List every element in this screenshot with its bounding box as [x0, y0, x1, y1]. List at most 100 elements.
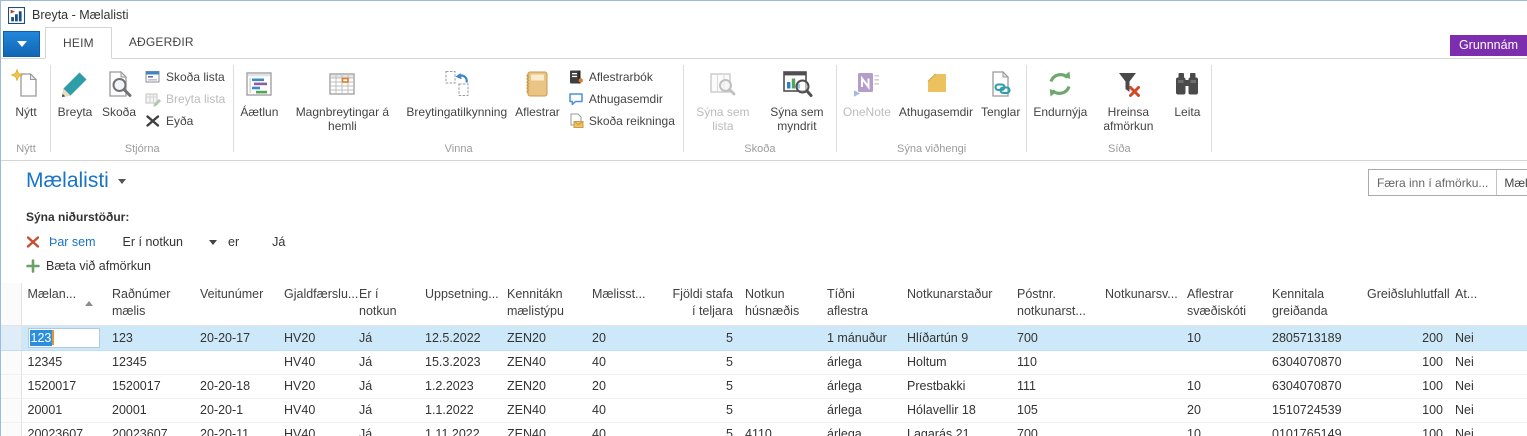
table-cell[interactable]: 1520017: [106, 374, 194, 398]
column-header-5[interactable]: Uppsetning...: [419, 283, 501, 325]
table-cell[interactable]: 1 mánuður: [821, 325, 901, 350]
table-cell[interactable]: 6304070870: [1266, 374, 1361, 398]
table-cell[interactable]: 200: [1361, 325, 1449, 350]
table-cell[interactable]: ZEN20: [501, 325, 586, 350]
table-cell[interactable]: ZEN40: [501, 350, 586, 374]
table-cell[interactable]: [1099, 422, 1181, 436]
table-cell[interactable]: [739, 374, 821, 398]
table-cell[interactable]: 700: [1011, 422, 1099, 436]
notes-button[interactable]: Athugasemdir: [895, 62, 977, 119]
column-header-0[interactable]: Mælan...: [21, 283, 106, 325]
table-cell[interactable]: 5: [661, 374, 739, 398]
add-filter-link[interactable]: Bæta við afmörkun: [46, 259, 151, 273]
table-cell[interactable]: 12345: [106, 350, 194, 374]
table-cell[interactable]: HV40: [278, 350, 353, 374]
clear-filter-button[interactable]: Hreinsa afmörkun: [1091, 62, 1165, 133]
filter-field-selector[interactable]: Mæl: [1497, 176, 1527, 190]
edit-button[interactable]: Breyta: [53, 62, 97, 119]
table-cell[interactable]: 20-20-1: [194, 398, 278, 422]
table-cell[interactable]: 20: [586, 374, 661, 398]
table-cell[interactable]: Nei: [1449, 422, 1527, 436]
table-cell[interactable]: 40: [586, 398, 661, 422]
table-cell[interactable]: 100: [1361, 374, 1449, 398]
table-row[interactable]: 200012000120-20-1HV40Já1.1.2022ZEN40405á…: [1, 398, 1527, 422]
table-cell[interactable]: Já: [353, 374, 419, 398]
table-cell[interactable]: 20023607: [21, 422, 106, 436]
table-cell[interactable]: [739, 398, 821, 422]
table-cell[interactable]: 1.2.2023: [419, 374, 501, 398]
table-cell[interactable]: [1181, 350, 1266, 374]
view-button[interactable]: Skoða: [97, 62, 141, 119]
column-header-12[interactable]: Póstnr. notkunarst...: [1011, 283, 1099, 325]
table-cell[interactable]: 1510724539: [1266, 398, 1361, 422]
column-header-9[interactable]: Notkun húsnæðis: [739, 283, 821, 325]
column-header-6[interactable]: Kennitákn mælistýpu: [501, 283, 586, 325]
table-cell[interactable]: 5: [661, 325, 739, 350]
add-filter-icon[interactable]: [26, 259, 40, 273]
table-cell[interactable]: Prestbakki: [901, 374, 1011, 398]
table-cell[interactable]: 100: [1361, 350, 1449, 374]
row-selector[interactable]: [1, 374, 21, 398]
table-cell[interactable]: 15.3.2023: [419, 350, 501, 374]
column-header-3[interactable]: Gjaldfærslu...: [278, 283, 353, 325]
find-button[interactable]: Leita: [1165, 62, 1209, 119]
table-cell[interactable]: Já: [353, 422, 419, 436]
table-row[interactable]: 1234512345HV40Já15.3.2023ZEN40405árlegaH…: [1, 350, 1527, 374]
column-header-13[interactable]: Notkunarsv...: [1099, 283, 1181, 325]
table-cell[interactable]: Hlíðartún 9: [901, 325, 1011, 350]
table-cell[interactable]: [1099, 350, 1181, 374]
table-cell[interactable]: HV20: [278, 325, 353, 350]
table-cell[interactable]: 123: [21, 325, 106, 350]
edit-list-button[interactable]: Breyta lista: [145, 90, 225, 107]
table-cell[interactable]: 6304070870: [1266, 350, 1361, 374]
row-selector[interactable]: [1, 350, 21, 374]
column-header-2[interactable]: Veitunúmer: [194, 283, 278, 325]
table-cell[interactable]: 12345: [21, 350, 106, 374]
column-header-14[interactable]: Aflestrar svæðiskóti: [1181, 283, 1266, 325]
show-as-list-button[interactable]: Sýna sem lista: [686, 62, 760, 133]
table-cell[interactable]: HV20: [278, 374, 353, 398]
remove-filter-icon[interactable]: [26, 235, 40, 249]
select-all-cell[interactable]: [1, 283, 21, 325]
table-cell[interactable]: 111: [1011, 374, 1099, 398]
table-cell[interactable]: ZEN40: [501, 422, 586, 436]
filter-field-name[interactable]: Er í notkun: [123, 235, 183, 249]
table-cell[interactable]: 123: [106, 325, 194, 350]
change-notice-button[interactable]: Breytingatilkynning: [402, 62, 511, 119]
table-cell[interactable]: ZEN20: [501, 374, 586, 398]
table-cell[interactable]: Hólavellir 18: [901, 398, 1011, 422]
table-row[interactable]: 1520017152001720-20-18HV20Já1.2.2023ZEN2…: [1, 374, 1527, 398]
comments-button[interactable]: Athugasemdir: [568, 90, 675, 107]
refresh-button[interactable]: Endurnýja: [1029, 62, 1091, 119]
table-cell[interactable]: 20001: [21, 398, 106, 422]
table-cell[interactable]: 12.5.2022: [419, 325, 501, 350]
filter-value[interactable]: Já: [272, 235, 285, 249]
column-header-16[interactable]: Greiðsluhlutfall: [1361, 283, 1449, 325]
table-cell[interactable]: 100: [1361, 398, 1449, 422]
table-cell[interactable]: 105: [1011, 398, 1099, 422]
table-cell[interactable]: 2805713189: [1266, 325, 1361, 350]
table-cell[interactable]: 5: [661, 350, 739, 374]
table-cell[interactable]: 100: [1361, 422, 1449, 436]
table-cell[interactable]: ZEN40: [501, 398, 586, 422]
table-cell[interactable]: Nei: [1449, 325, 1527, 350]
table-cell[interactable]: Holtum: [901, 350, 1011, 374]
table-cell[interactable]: [1099, 374, 1181, 398]
tab-heim[interactable]: HEIM: [45, 27, 112, 59]
table-row[interactable]: 200236072002360720-20-11HV40Já1.11.2022Z…: [1, 422, 1527, 436]
view-list-button[interactable]: Skoða lista: [145, 68, 225, 85]
quantity-changes-button[interactable]: Magnbreytingar á hemli: [282, 62, 402, 133]
table-cell[interactable]: 0101765149: [1266, 422, 1361, 436]
table-cell[interactable]: 10: [1181, 422, 1266, 436]
column-header-11[interactable]: Notkunarstaður: [901, 283, 1011, 325]
table-cell[interactable]: 1.11.2022: [419, 422, 501, 436]
table-cell[interactable]: 20-20-17: [194, 325, 278, 350]
table-cell[interactable]: 700: [1011, 325, 1099, 350]
column-header-1[interactable]: Raðnúmer mælis: [106, 283, 194, 325]
table-cell[interactable]: [1099, 325, 1181, 350]
table-cell[interactable]: árlega: [821, 374, 901, 398]
table-cell[interactable]: 20-20-18: [194, 374, 278, 398]
new-button[interactable]: Nýtt: [4, 62, 48, 119]
table-cell[interactable]: Já: [353, 325, 419, 350]
quick-filter-box[interactable]: Færa inn í afmörku... Mæl: [1368, 169, 1527, 196]
